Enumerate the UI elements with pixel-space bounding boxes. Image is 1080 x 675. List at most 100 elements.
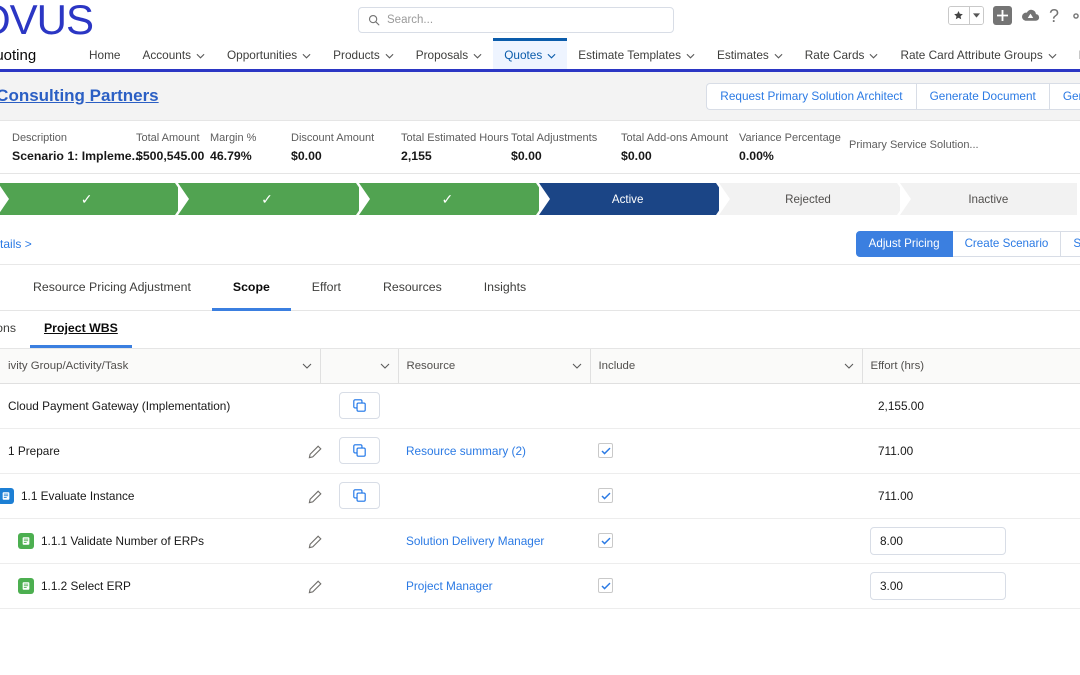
cell-effort: [862, 563, 1080, 608]
include-checkbox[interactable]: [598, 488, 613, 503]
table-row[interactable]: 1.1.1 Validate Number of ERPs Solution D…: [0, 518, 1080, 563]
table-row[interactable]: 1.1 Evaluate Instance: [0, 473, 1080, 518]
tab-resources[interactable]: Resources: [362, 267, 463, 311]
effort-input[interactable]: [870, 527, 1006, 555]
field-label: Total Amount: [136, 132, 204, 144]
clone-row-button[interactable]: [339, 392, 380, 419]
nav-item-estimates[interactable]: Estimates: [706, 38, 794, 69]
row-name-wrapper: 1 Prepare: [8, 444, 312, 458]
app-name: s Quoting: [0, 38, 36, 72]
nav-item-more[interactable]: More: [1068, 38, 1080, 69]
field-label: Variance Percentage: [739, 132, 841, 144]
nav-item-rate-card-attribute-groups[interactable]: Rate Card Attribute Groups: [889, 38, 1067, 69]
save-as-template-button[interactable]: Save As Ter: [1061, 231, 1080, 257]
create-scenario-button[interactable]: Create Scenario: [953, 231, 1062, 257]
request-primary-solution-architect-button[interactable]: Request Primary Solution Architect: [706, 83, 915, 110]
resource-summary-link[interactable]: Resource summary (2): [406, 444, 526, 458]
path-step-inactive[interactable]: Inactive: [900, 183, 1077, 215]
clone-row-button[interactable]: [339, 482, 380, 509]
path-step-rejected[interactable]: Rejected: [719, 183, 896, 215]
resource-link[interactable]: Solution Delivery Manager: [406, 534, 544, 548]
status-path: ✓ ✓ ✓ Active Rejected Inactive: [0, 183, 1080, 215]
nav-item-label: Home: [89, 48, 120, 62]
record-header: e Consulting Partners Request Primary So…: [0, 72, 1080, 121]
clone-row-button[interactable]: [339, 437, 380, 464]
column-header-activity-group[interactable]: ivity Group/Activity/Task: [0, 349, 320, 383]
generate-button[interactable]: Generate: [1049, 83, 1080, 110]
settings-gear-icon[interactable]: [1068, 8, 1080, 24]
nav-item-accounts[interactable]: Accounts: [131, 38, 216, 69]
column-header-resource[interactable]: Resource: [398, 349, 590, 383]
nav-item-proposals[interactable]: Proposals: [405, 38, 493, 69]
cell-name: 1.1 Evaluate Instance: [0, 473, 320, 518]
table-row[interactable]: 1.1.2 Select ERP Project Manager: [0, 563, 1080, 608]
column-header-label: ivity Group/Activity/Task: [8, 360, 128, 372]
include-checkbox[interactable]: [598, 578, 613, 593]
table-header: ivity Group/Activity/Task Resource: [0, 349, 1080, 383]
nav-item-label: Estimates: [717, 48, 769, 62]
path-step-label: Inactive: [968, 193, 1008, 206]
subtab-project-wbs[interactable]: Project WBS: [30, 311, 132, 348]
chevron-down-icon[interactable]: [572, 360, 582, 372]
subtab-assumptions[interactable]: tions: [0, 311, 30, 348]
status-path-wrapper: ✓ ✓ ✓ Active Rejected Inactive: [0, 174, 1080, 223]
table-row[interactable]: 1 Prepare Resource summary (2): [0, 428, 1080, 473]
nav-item-estimate-templates[interactable]: Estimate Templates: [567, 38, 706, 69]
chevron-down-icon[interactable]: [380, 360, 390, 372]
tab-scope[interactable]: Scope: [212, 267, 291, 311]
chevron-down-icon[interactable]: [844, 360, 854, 372]
page-title[interactable]: e Consulting Partners: [0, 86, 159, 106]
setup-cloud-icon[interactable]: [1021, 8, 1040, 24]
highlight-field-discount-amount: Discount Amount $0.00: [291, 132, 374, 163]
table-row[interactable]: Cloud Payment Gateway (Implementation) 2…: [0, 383, 1080, 428]
column-header-include[interactable]: Include: [590, 349, 862, 383]
edit-pencil-icon[interactable]: [308, 445, 322, 462]
path-step-2[interactable]: ✓: [178, 183, 355, 215]
effort-input[interactable]: [870, 572, 1006, 600]
edit-pencil-icon[interactable]: [308, 535, 322, 552]
include-checkbox[interactable]: [598, 443, 613, 458]
main-tabs: Resource Pricing Adjustment Scope Effort…: [0, 265, 1080, 311]
path-step-3[interactable]: ✓: [359, 183, 536, 215]
edit-pencil-icon[interactable]: [308, 580, 322, 597]
cell-actions: [320, 518, 398, 563]
chevron-down-icon[interactable]: [302, 360, 312, 372]
favorites-star-icon[interactable]: [949, 7, 969, 24]
tab-insights[interactable]: Insights: [463, 267, 547, 311]
nav-item-products[interactable]: Products: [322, 38, 405, 69]
activity-icon: [0, 488, 14, 504]
check-icon: ✓: [261, 191, 273, 208]
tab-resource-pricing-adjustment[interactable]: Resource Pricing Adjustment: [12, 267, 212, 311]
column-header-effort-hrs[interactable]: Effort (hrs): [862, 349, 1080, 383]
additional-details-link[interactable]: al Details >: [0, 237, 32, 251]
help-icon[interactable]: ?: [1049, 7, 1059, 25]
path-step-active[interactable]: Active: [539, 183, 716, 215]
row-name: 1 Prepare: [8, 444, 60, 458]
generate-document-button[interactable]: Generate Document: [916, 83, 1049, 110]
chevron-down-icon: [302, 48, 311, 62]
utility-icons: ?: [948, 6, 1080, 25]
adjust-pricing-button[interactable]: Adjust Pricing: [856, 231, 953, 257]
field-value: 0.00%: [739, 149, 841, 163]
global-search[interactable]: [358, 7, 674, 33]
edit-pencil-icon[interactable]: [308, 490, 322, 507]
favorites-caret-icon[interactable]: [969, 7, 983, 24]
tab-effort[interactable]: Effort: [291, 267, 362, 311]
include-checkbox[interactable]: [598, 533, 613, 548]
cell-effort: 2,155.00: [862, 383, 1080, 428]
path-step-1[interactable]: ✓: [0, 183, 175, 215]
row-name: 1.1.1 Validate Number of ERPs: [41, 534, 204, 548]
favorites-group[interactable]: [948, 6, 984, 25]
nav-item-quotes[interactable]: Quotes: [493, 38, 567, 69]
nav-item-opportunities[interactable]: Opportunities: [216, 38, 322, 69]
nav-item-home[interactable]: Home: [78, 38, 131, 69]
nav-item-rate-cards[interactable]: Rate Cards: [794, 38, 890, 69]
resource-link[interactable]: Project Manager: [406, 579, 493, 593]
task-icon: [18, 533, 34, 549]
cell-name: 1 Prepare: [0, 428, 320, 473]
search-input[interactable]: [387, 14, 664, 26]
column-header-actions[interactable]: [320, 349, 398, 383]
nav-item-label: Products: [333, 48, 380, 62]
global-add-button[interactable]: [993, 6, 1012, 25]
row-name-wrapper: Cloud Payment Gateway (Implementation): [8, 399, 312, 413]
